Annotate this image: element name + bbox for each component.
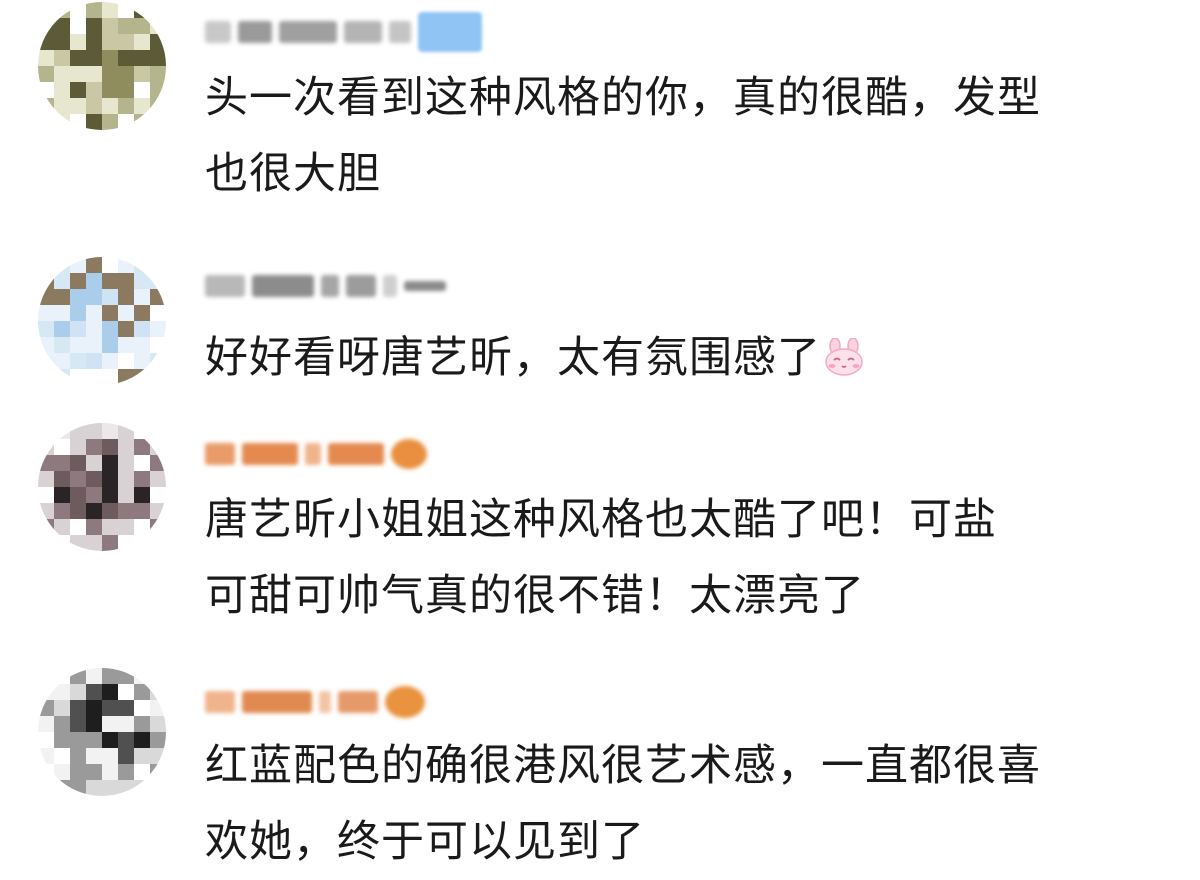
username[interactable] <box>205 264 446 308</box>
comment-text: 好好看呀唐艺昕，太有氛围感了 <box>205 320 1175 396</box>
username[interactable] <box>205 10 482 54</box>
bunny-emoji-icon <box>825 338 863 376</box>
vip-badge-icon <box>418 12 482 52</box>
avatar[interactable] <box>38 668 166 796</box>
comment-text: 红蓝配色的确很港风很艺术感，一直都很喜 欢她，终于可以见到了 <box>205 741 1041 867</box>
avatar[interactable] <box>38 257 166 385</box>
comment-text: 头一次看到这种风格的你，真的很酷，发型 也很大胆 <box>205 73 1041 199</box>
username[interactable] <box>205 432 427 476</box>
comment-text: 唐艺昕小姐姐这种风格也太酷了吧！可盐 可甜可帅气真的很不错！太漂亮了 <box>205 495 997 621</box>
avatar[interactable] <box>38 2 166 130</box>
avatar[interactable] <box>38 423 166 551</box>
username[interactable] <box>205 680 425 724</box>
